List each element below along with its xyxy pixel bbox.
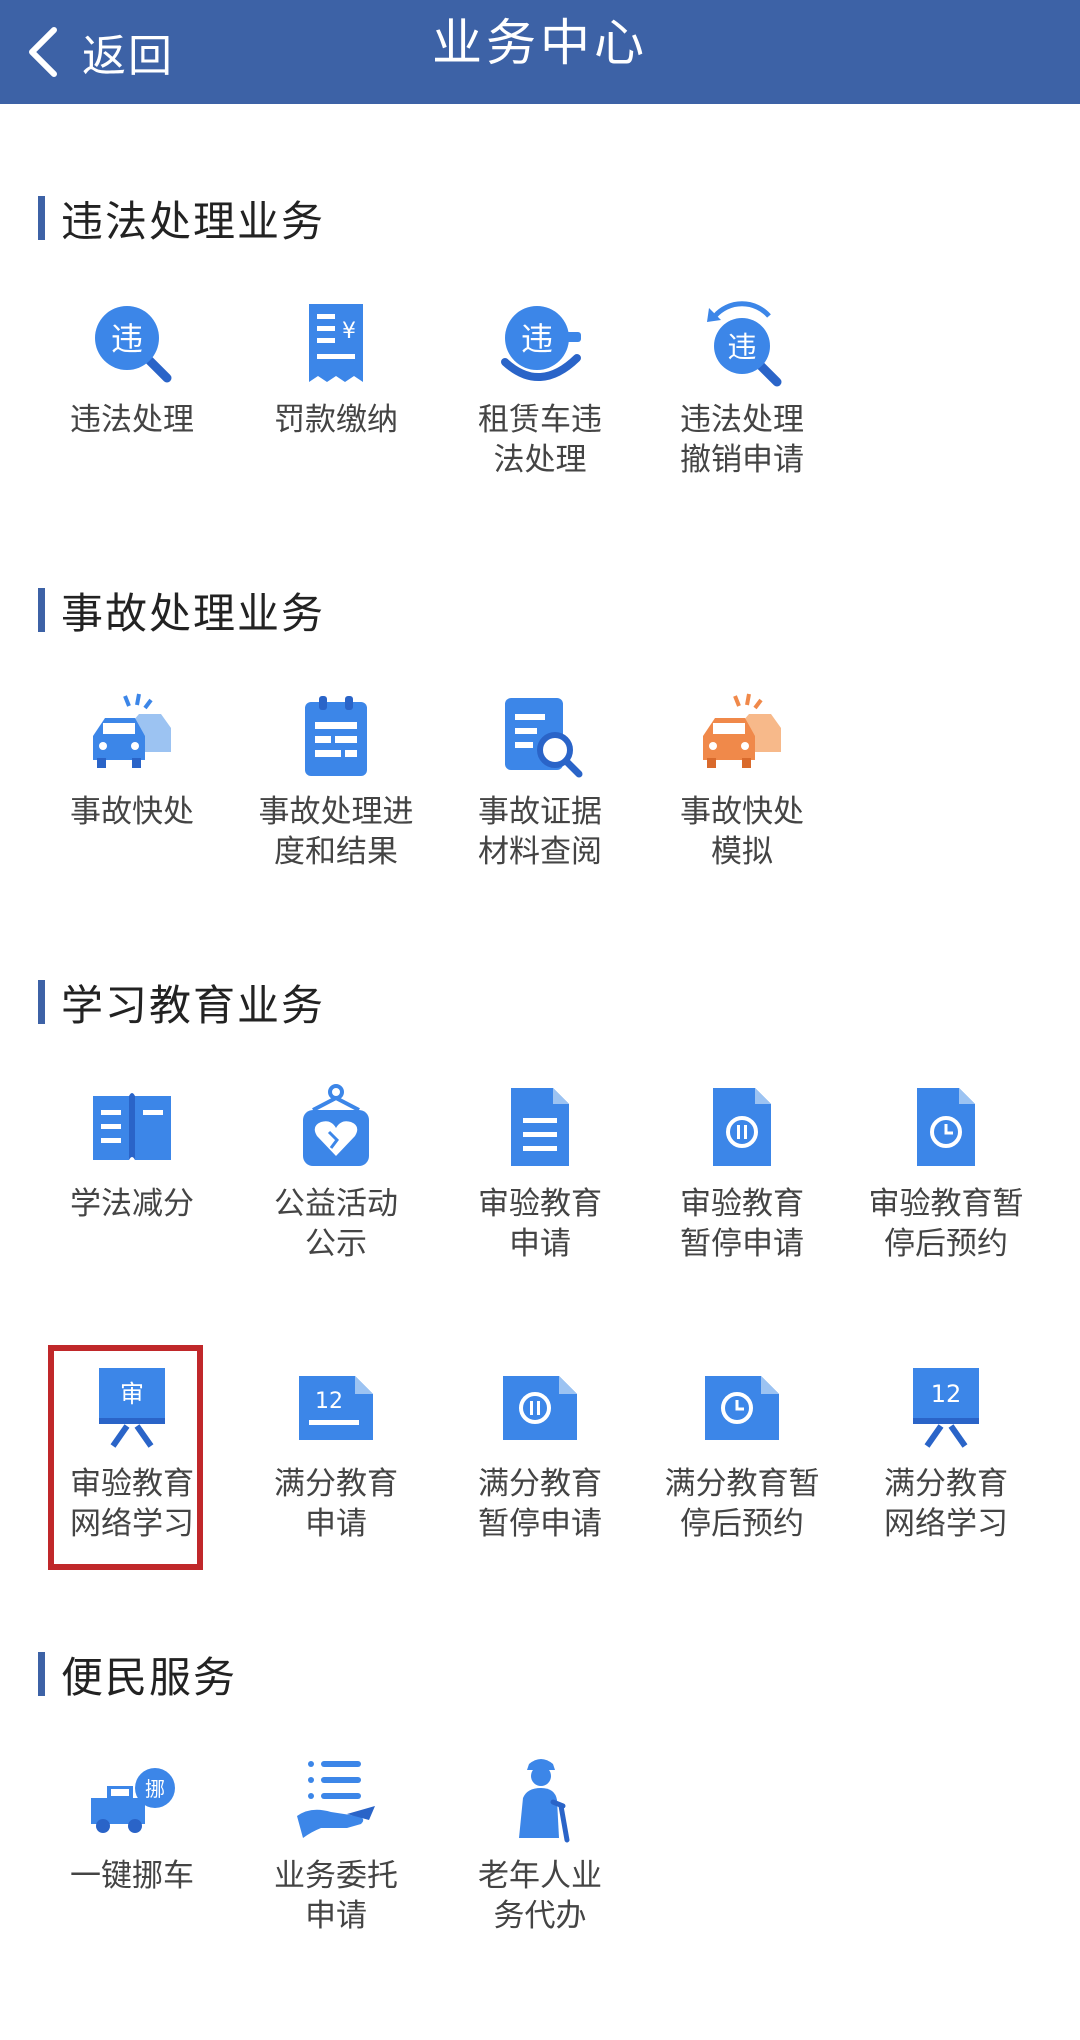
service-accident-progress[interactable]: 事故处理进 度和结果	[246, 690, 426, 872]
service-label: 一键挪车	[70, 1858, 194, 1894]
service-rental-violation[interactable]: 违 租赁车违 法处理	[450, 298, 630, 480]
service-label: 业务委托 申请	[274, 1858, 398, 1934]
document-clock-icon	[901, 1082, 991, 1172]
section-accent-bar	[38, 980, 45, 1024]
service-full-score-reserve[interactable]: 满分教育暂 停后预约	[652, 1362, 832, 1544]
section-header: 违法处理业务	[38, 190, 325, 246]
service-label: 满分教育暂 停后预约	[664, 1466, 820, 1542]
service-label: 事故快处	[70, 794, 194, 830]
service-label: 老年人业 务代办	[478, 1858, 602, 1934]
service-label: 违法处理	[70, 402, 194, 438]
document-icon	[495, 1082, 585, 1172]
chevron-left-icon	[29, 27, 57, 77]
service-label: 学法减分	[70, 1186, 194, 1222]
section-header: 事故处理业务	[38, 582, 325, 638]
rental-violation-icon: 违	[495, 298, 585, 388]
move-truck-icon: 挪	[87, 1754, 177, 1844]
service-fine-payment[interactable]: ¥ 罚款缴纳	[246, 298, 426, 440]
section-accent-bar	[38, 588, 45, 632]
elderly-person-icon	[495, 1754, 585, 1844]
fine-receipt-icon: ¥	[291, 298, 381, 388]
service-label: 审验教育暂 停后预约	[868, 1186, 1024, 1262]
service-label: 事故处理进 度和结果	[258, 794, 414, 870]
service-review-apply[interactable]: 审验教育 申请	[450, 1082, 630, 1264]
service-label: 事故快处 模拟	[680, 794, 804, 870]
progress-clipboard-icon	[291, 690, 381, 780]
badge-text: 挪	[145, 1777, 165, 1801]
service-label: 事故证据 材料查阅	[478, 794, 602, 870]
section-header: 便民服务	[38, 1646, 237, 1702]
service-label: 满分教育 暂停申请	[478, 1466, 602, 1542]
violation-search-icon: 违	[87, 298, 177, 388]
online-score-board-icon: 12	[901, 1362, 991, 1452]
service-charity-notice[interactable]: 公益活动 公示	[246, 1082, 426, 1264]
service-review-reserve[interactable]: 审验教育暂 停后预约	[856, 1082, 1036, 1264]
svg-text:违: 违	[727, 330, 756, 364]
highlight-frame	[48, 1345, 203, 1570]
service-label: 审验教育 暂停申请	[680, 1186, 804, 1262]
service-move-car[interactable]: 挪 一键挪车	[42, 1754, 222, 1896]
service-full-score-online-study[interactable]: 12 满分教育 网络学习	[856, 1362, 1036, 1544]
service-violation-handling[interactable]: 违 违法处理	[42, 298, 222, 440]
service-label: 审验教育 申请	[478, 1186, 602, 1262]
service-violation-revoke[interactable]: 违 违法处理 撤销申请	[652, 298, 832, 480]
top-bar: 返回 业务中心	[0, 0, 1080, 104]
service-label: 租赁车违 法处理	[478, 402, 602, 478]
crash-simulation-icon	[697, 690, 787, 780]
service-full-score-apply[interactable]: 12 满分教育 申请	[246, 1362, 426, 1544]
service-elderly-proxy[interactable]: 老年人业 务代办	[450, 1754, 630, 1936]
service-accident-evidence[interactable]: 事故证据 材料查阅	[450, 690, 630, 872]
section-title: 事故处理业务	[61, 588, 326, 638]
section-header: 学习教育业务	[38, 974, 325, 1030]
open-book-icon	[87, 1082, 177, 1172]
service-study-deduct[interactable]: 学法减分	[42, 1082, 222, 1224]
service-label: 公益活动 公示	[274, 1186, 398, 1262]
score-document-icon: 12	[291, 1362, 381, 1452]
service-review-pause[interactable]: 审验教育 暂停申请	[652, 1082, 832, 1264]
section-title: 学习教育业务	[61, 980, 326, 1030]
back-label: 返回	[82, 31, 174, 82]
section-accent-bar	[38, 196, 45, 240]
service-label: 罚款缴纳	[274, 402, 398, 438]
score-pause-icon	[495, 1362, 585, 1452]
service-label: 满分教育 申请	[274, 1466, 398, 1542]
delegate-hand-icon	[291, 1754, 381, 1844]
svg-text:违: 违	[521, 320, 553, 358]
service-delegate-apply[interactable]: 业务委托 申请	[246, 1754, 426, 1936]
score-clock-icon	[697, 1362, 787, 1452]
board-text: 12	[315, 1389, 343, 1414]
svg-text:¥: ¥	[342, 319, 356, 344]
service-full-score-pause[interactable]: 满分教育 暂停申请	[450, 1362, 630, 1544]
document-pause-icon	[697, 1082, 787, 1172]
back-button[interactable]: 返回	[26, 14, 174, 90]
service-label: 违法处理 撤销申请	[680, 402, 804, 478]
section-accent-bar	[38, 1652, 45, 1696]
section-title: 便民服务	[61, 1652, 238, 1702]
service-accident-simulation[interactable]: 事故快处 模拟	[652, 690, 832, 872]
service-accident-quick[interactable]: 事故快处	[42, 690, 222, 832]
charity-heart-icon	[291, 1082, 381, 1172]
evidence-search-icon	[495, 690, 585, 780]
section-title: 违法处理业务	[61, 196, 326, 246]
service-label: 满分教育 网络学习	[884, 1466, 1008, 1542]
svg-text:违: 违	[111, 320, 143, 358]
board-text: 12	[931, 1380, 962, 1408]
car-crash-icon	[87, 690, 177, 780]
violation-revoke-icon: 违	[697, 298, 787, 388]
